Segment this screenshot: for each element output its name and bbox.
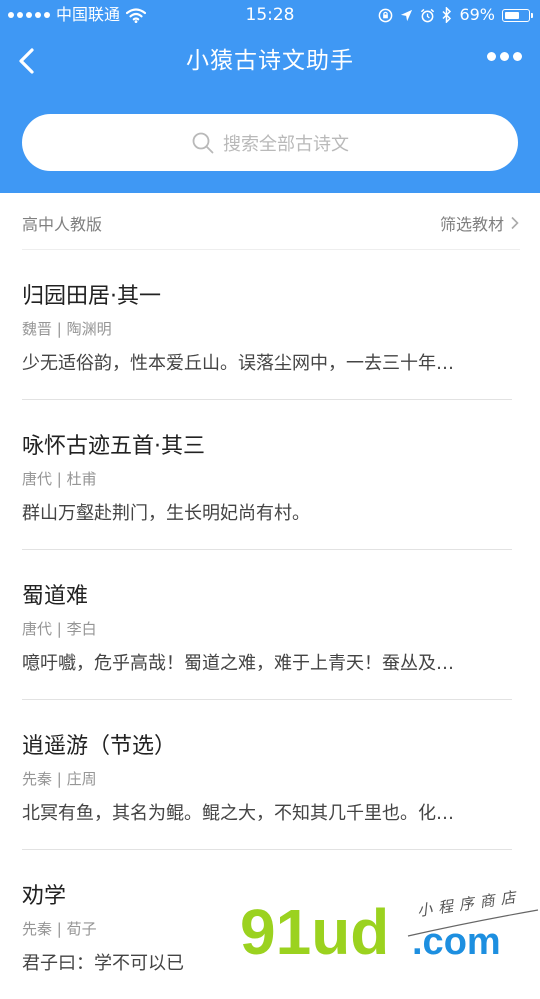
page-title: 小猿古诗文助手 bbox=[186, 48, 354, 74]
poem-item[interactable]: 蜀道难 唐代 | 李白 噫吁嚱，危乎高哉！蜀道之难，难于上青天！蚕丛及… bbox=[22, 550, 512, 700]
watermark-domain-text: .com bbox=[412, 921, 501, 960]
navigation-bar: 小猿古诗文助手 bbox=[0, 30, 540, 92]
poem-item[interactable]: 咏怀古迹五首·其三 唐代 | 杜甫 群山万壑赴荆门，生长明妃尚有村。 bbox=[22, 400, 512, 550]
poem-excerpt: 少无适俗韵，性本爱丘山。误落尘网中，一去三十年… bbox=[22, 353, 454, 374]
search-input[interactable]: 搜索全部古诗文 bbox=[22, 114, 518, 171]
search-icon bbox=[192, 132, 214, 153]
poem-excerpt: 噫吁嚱，危乎高哉！蜀道之难，难于上青天！蚕丛及… bbox=[22, 653, 454, 674]
battery-icon bbox=[502, 8, 533, 22]
poem-title: 归园田居·其一 bbox=[22, 284, 161, 309]
poem-excerpt: 北冥有鱼，其名为鲲。鲲之大，不知其几千里也。化… bbox=[22, 803, 454, 824]
textbook-edition-label: 高中人教版 bbox=[22, 215, 103, 234]
poem-title: 咏怀古迹五首·其三 bbox=[22, 434, 205, 459]
poem-author-dynasty: 先秦 | 庄周 bbox=[22, 770, 97, 788]
battery-percent: 69% bbox=[459, 5, 495, 24]
poem-list: 归园田居·其一 魏晋 | 陶渊明 少无适俗韵，性本爱丘山。误落尘网中，一去三十年… bbox=[22, 250, 512, 999]
poem-author-dynasty: 唐代 | 李白 bbox=[22, 620, 97, 638]
filter-textbook-label: 筛选教材 bbox=[439, 215, 504, 234]
watermark-logo-text: 91ud bbox=[240, 896, 389, 960]
poem-title: 劝学 bbox=[22, 884, 67, 909]
filter-textbook-button[interactable]: 筛选教材 bbox=[440, 211, 520, 235]
status-right: 69% bbox=[378, 0, 533, 30]
poem-author-dynasty: 魏晋 | 陶渊明 bbox=[22, 320, 112, 338]
watermark-logo: 91ud .com 小程序商店 bbox=[240, 890, 539, 960]
poem-item[interactable]: 归园田居·其一 魏晋 | 陶渊明 少无适俗韵，性本爱丘山。误落尘网中，一去三十年… bbox=[22, 250, 512, 400]
search-placeholder: 搜索全部古诗文 bbox=[223, 133, 349, 155]
location-icon bbox=[401, 9, 413, 21]
filter-bar: 高中人教版 筛选教材 bbox=[22, 193, 520, 250]
status-bar: 中国联通 15:28 69% bbox=[0, 0, 540, 30]
poem-author-dynasty: 唐代 | 杜甫 bbox=[22, 470, 97, 488]
poem-author-dynasty: 先秦 | 荀子 bbox=[22, 920, 97, 938]
poem-title: 逍遥游（节选） bbox=[22, 734, 177, 759]
poem-title: 蜀道难 bbox=[22, 584, 89, 609]
alarm-icon bbox=[421, 8, 435, 22]
poem-item[interactable]: 逍遥游（节选） 先秦 | 庄周 北冥有鱼，其名为鲲。鲲之大，不知其几千里也。化… bbox=[22, 700, 512, 850]
chevron-right-icon bbox=[511, 216, 519, 230]
poem-excerpt: 群山万壑赴荆门，生长明妃尚有村。 bbox=[22, 503, 310, 524]
bluetooth-icon bbox=[442, 7, 452, 23]
orientation-lock-icon bbox=[379, 8, 393, 22]
more-options-icon[interactable] bbox=[487, 52, 522, 61]
